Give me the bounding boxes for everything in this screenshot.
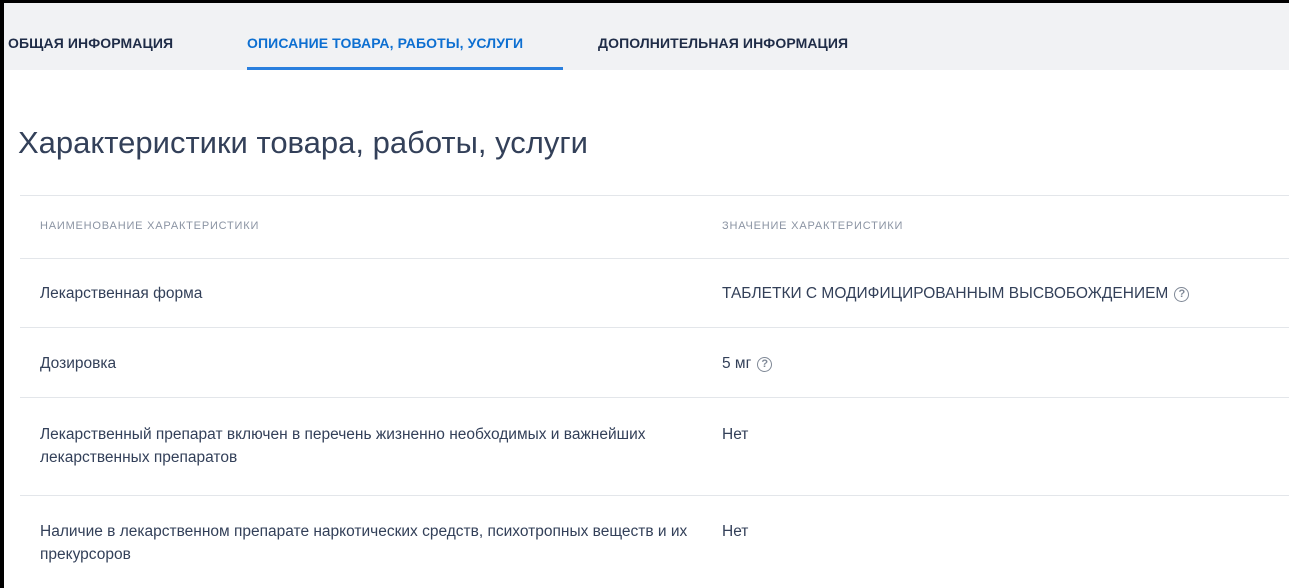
characteristic-value: 5 мг?: [722, 352, 773, 375]
tab-additional-info[interactable]: ДОПОЛНИТЕЛЬНАЯ ИНФОРМАЦИЯ: [598, 35, 848, 51]
characteristic-value: ТАБЛЕТКИ С МОДИФИЦИРОВАННЫМ ВЫСВОБОЖДЕНИ…: [722, 282, 1190, 305]
active-tab-indicator: [247, 67, 563, 70]
characteristic-value: Нет: [722, 426, 749, 443]
characteristic-name: Лекарственная форма: [40, 285, 203, 302]
table-row-divider: [20, 327, 1289, 328]
characteristic-name: Дозировка: [40, 355, 117, 372]
characteristic-value: Нет: [722, 523, 749, 540]
column-header-value: ЗНАЧЕНИЕ ХАРАКТЕРИСТИКИ: [722, 220, 904, 232]
characteristic-name: Наличие в лекарственном препарате наркот…: [40, 523, 688, 563]
table-row-divider: [20, 495, 1289, 496]
tab-general-info[interactable]: ОБЩАЯ ИНФОРМАЦИЯ: [8, 35, 173, 51]
characteristic-name: Лекарственный препарат включен в перечен…: [40, 426, 646, 466]
tab-bar: ОБЩАЯ ИНФОРМАЦИЯ ОПИСАНИЕ ТОВАРА, РАБОТЫ…: [4, 3, 1289, 70]
question-circle-icon[interactable]: ?: [1174, 287, 1190, 302]
question-circle-icon[interactable]: ?: [757, 357, 773, 372]
window-frame-left: [0, 0, 4, 588]
section-title: Характеристики товара, работы, услуги: [18, 125, 588, 160]
table-row-divider: [20, 397, 1289, 398]
tab-product-description[interactable]: ОПИСАНИЕ ТОВАРА, РАБОТЫ, УСЛУГИ: [247, 35, 523, 51]
divider: [20, 195, 1289, 196]
characteristic-value-text: ТАБЛЕТКИ С МОДИФИЦИРОВАННЫМ ВЫСВОБОЖДЕНИ…: [722, 285, 1169, 302]
column-header-name: НАИМЕНОВАНИЕ ХАРАКТЕРИСТИКИ: [40, 220, 260, 232]
characteristic-value-text: 5 мг: [722, 355, 752, 372]
divider: [20, 258, 1289, 259]
